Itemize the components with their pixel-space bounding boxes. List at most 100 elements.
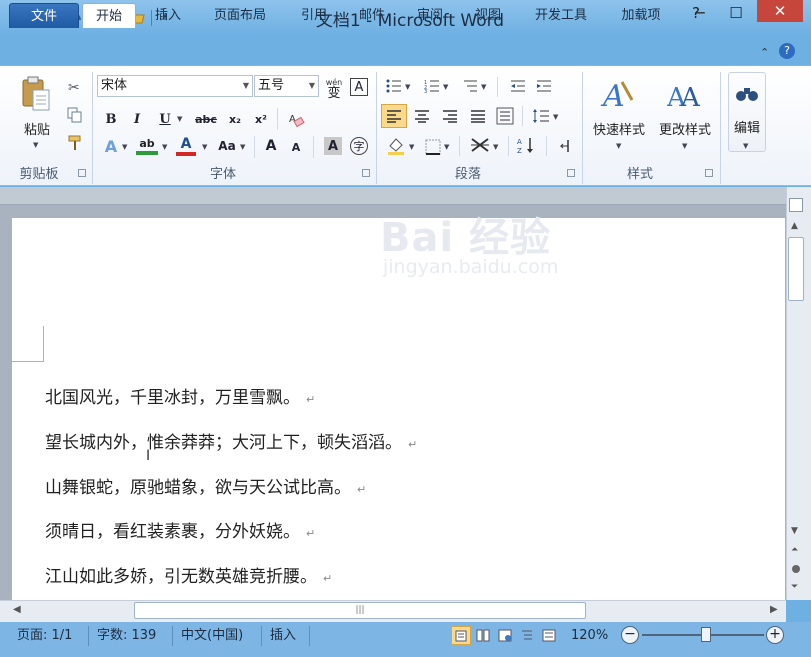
highlight-button[interactable]: ab <box>136 137 158 157</box>
character-border-icon[interactable]: A <box>350 78 368 96</box>
show-hide-marks-icon[interactable] <box>557 138 571 157</box>
chevron-down-icon[interactable]: ▼ <box>409 143 414 151</box>
chevron-down-icon[interactable]: ▼ <box>444 143 449 151</box>
chevron-down-icon[interactable]: ▼ <box>309 76 315 96</box>
vertical-scroll-thumb[interactable] <box>788 237 804 301</box>
full-screen-reading-icon[interactable] <box>476 629 490 645</box>
print-layout-view-icon[interactable] <box>451 626 471 645</box>
tab-mailings[interactable]: 邮件 <box>348 3 396 28</box>
draft-view-icon[interactable] <box>542 629 556 645</box>
paste-button[interactable]: 粘贴 <box>20 119 54 138</box>
quick-styles-button[interactable]: 快速样式 <box>586 119 652 138</box>
underline-dropdown-icon[interactable]: ▼ <box>177 115 182 123</box>
scroll-down-icon[interactable]: ▼ <box>791 526 798 536</box>
browse-object-icon[interactable] <box>792 565 800 573</box>
change-styles-button[interactable]: 更改样式 <box>652 119 718 138</box>
binoculars-icon[interactable] <box>735 84 759 105</box>
line-spacing-icon[interactable] <box>532 108 550 127</box>
tab-home[interactable]: 开始 <box>82 3 136 28</box>
minimize-ribbon-icon[interactable]: ⌃ <box>760 46 769 59</box>
cut-icon[interactable]: ✂ <box>68 80 80 96</box>
shading-icon[interactable] <box>386 136 406 159</box>
change-styles-icon[interactable]: AA <box>666 76 703 115</box>
zoom-out-icon[interactable]: − <box>621 626 639 644</box>
font-launcher-icon[interactable] <box>362 169 370 177</box>
minimize-icon[interactable]: ─ <box>684 2 716 24</box>
tab-view[interactable]: 视图 <box>464 3 512 28</box>
bold-button[interactable]: B <box>102 110 120 128</box>
clear-formatting-icon[interactable]: A <box>287 110 305 131</box>
font-size-combo[interactable]: 五号 ▼ <box>254 75 319 97</box>
numbering-icon[interactable]: 123 <box>424 79 440 96</box>
font-color-button[interactable]: A <box>176 137 196 157</box>
ruler-toggle-icon[interactable] <box>789 198 803 212</box>
subscript-button[interactable]: x₂ <box>226 110 244 128</box>
multilevel-list-icon[interactable] <box>462 79 478 96</box>
grow-font-button[interactable]: A <box>262 137 280 155</box>
character-shading-button[interactable]: A <box>324 137 342 155</box>
chevron-down-icon[interactable]: ▼ <box>243 76 249 96</box>
document-line[interactable]: 山舞银蛇，原驰蜡象，欲与天公试比高。 ↵ <box>45 473 366 498</box>
web-layout-icon[interactable] <box>498 629 512 645</box>
tab-addins[interactable]: 加载项 <box>610 3 672 28</box>
bullets-icon[interactable] <box>386 79 402 96</box>
align-right-icon[interactable] <box>442 109 458 126</box>
styles-launcher-icon[interactable] <box>705 169 713 177</box>
strikethrough-button[interactable]: abc <box>194 110 218 128</box>
chevron-down-icon[interactable]: ▼ <box>682 142 687 150</box>
tab-page-layout[interactable]: 页面布局 <box>204 3 276 28</box>
horizontal-scroll-thumb[interactable]: ||| <box>134 602 586 619</box>
italic-button[interactable]: I <box>128 110 146 128</box>
chevron-down-icon[interactable]: ▼ <box>443 83 448 91</box>
phonetic-guide-icon[interactable]: wén 变 <box>324 76 344 100</box>
font-name-combo[interactable]: 宋体 ▼ <box>97 75 253 97</box>
status-language[interactable]: 中文(中国) <box>181 626 243 646</box>
maximize-icon[interactable]: ☐ <box>720 2 752 24</box>
decrease-indent-icon[interactable] <box>510 79 526 96</box>
text-effects-button[interactable]: A <box>102 137 120 156</box>
align-center-icon[interactable] <box>414 109 430 126</box>
change-case-dropdown-icon[interactable]: ▼ <box>240 143 245 151</box>
status-page[interactable]: 页面: 1/1 <box>17 626 72 646</box>
clipboard-launcher-icon[interactable] <box>78 169 86 177</box>
paragraph-launcher-icon[interactable] <box>567 169 575 177</box>
quick-styles-icon[interactable]: A <box>600 76 636 115</box>
zoom-in-icon[interactable]: + <box>766 626 784 644</box>
zoom-level[interactable]: 120% <box>571 626 608 646</box>
status-insert-mode[interactable]: 插入 <box>270 626 296 646</box>
chevron-down-icon[interactable]: ▼ <box>493 143 498 151</box>
font-color-dropdown-icon[interactable]: ▼ <box>202 143 207 151</box>
copy-icon[interactable] <box>67 107 83 126</box>
chevron-down-icon[interactable]: ▼ <box>481 83 486 91</box>
chevron-down-icon[interactable]: ▼ <box>405 83 410 91</box>
chevron-down-icon[interactable]: ▼ <box>743 142 748 150</box>
chevron-down-icon[interactable]: ▼ <box>553 113 558 121</box>
document-line[interactable]: 须晴日，看红装素裹，分外妖娆。 ↵ <box>45 517 315 542</box>
paste-icon[interactable] <box>20 76 52 116</box>
previous-page-icon[interactable]: ⏶ <box>791 545 798 555</box>
text-effects-dropdown-icon[interactable]: ▼ <box>122 143 127 151</box>
tab-developer[interactable]: 开发工具 <box>522 3 600 28</box>
underline-button[interactable]: U <box>156 110 174 128</box>
chevron-down-icon[interactable]: ▼ <box>616 142 621 150</box>
align-left-button[interactable] <box>381 104 407 128</box>
paste-dropdown-icon[interactable]: ▼ <box>33 141 38 149</box>
increase-indent-icon[interactable] <box>536 79 552 96</box>
document-line[interactable]: 江山如此多娇，引无数英雄竞折腰。 ↵ <box>45 562 332 587</box>
distributed-icon[interactable] <box>496 107 514 128</box>
document-line[interactable]: 望长城内外，惟余莽莽；大河上下，顿失滔滔。 ↵ <box>45 428 417 453</box>
shrink-font-button[interactable]: A <box>288 139 304 155</box>
scroll-left-icon[interactable]: ◀ <box>13 604 21 615</box>
change-case-button[interactable]: Aa <box>216 137 238 155</box>
next-page-icon[interactable]: ⏷ <box>791 582 798 592</box>
highlight-dropdown-icon[interactable]: ▼ <box>162 143 167 151</box>
sort-icon[interactable]: AZ <box>517 136 537 157</box>
format-painter-icon[interactable] <box>67 135 83 154</box>
document-line[interactable]: 北国风光，千里冰封，万里雪飘。 ↵ <box>45 383 315 408</box>
enclose-characters-button[interactable]: 字 <box>350 137 368 155</box>
borders-icon[interactable] <box>425 139 441 158</box>
status-word-count[interactable]: 字数: 139 <box>97 626 156 646</box>
tab-file[interactable]: 文件 <box>9 3 79 28</box>
tab-insert[interactable]: 插入 <box>144 3 192 28</box>
superscript-button[interactable]: x² <box>252 110 270 128</box>
